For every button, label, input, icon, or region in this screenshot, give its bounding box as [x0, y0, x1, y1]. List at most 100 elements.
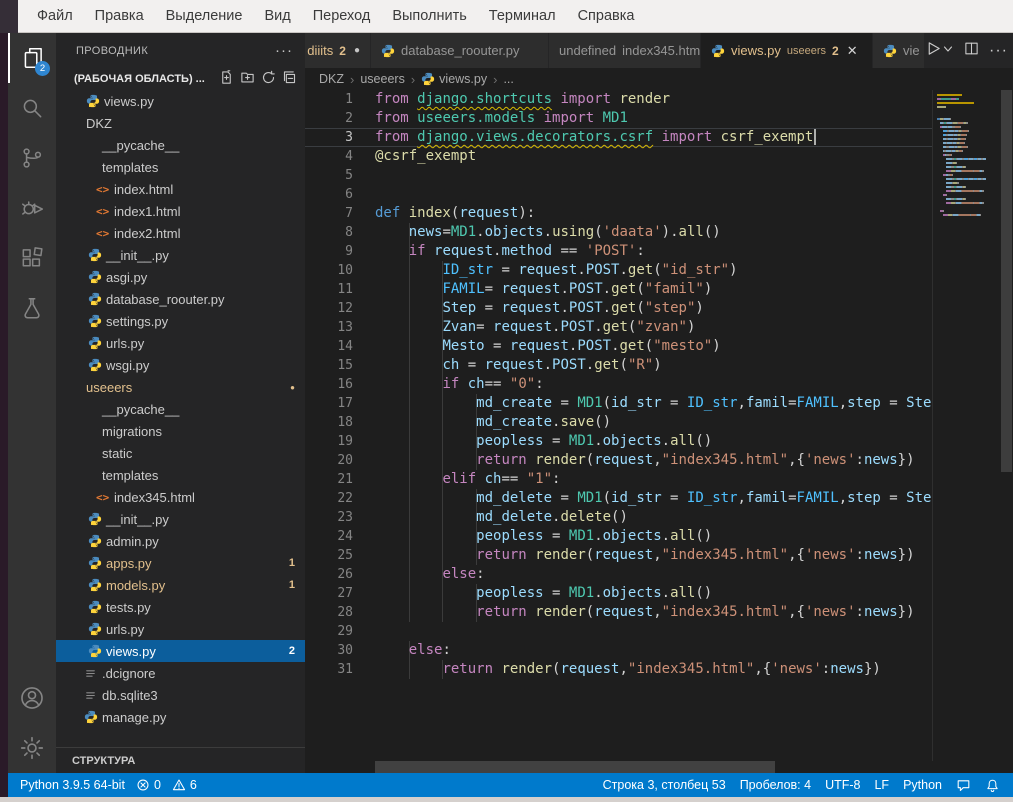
code-line-24[interactable]: 24 peopless = MD1.objects.all() [305, 527, 932, 546]
menu-Справка[interactable]: Справка [567, 0, 646, 32]
breadcrumb-item-useeers[interactable]: useeers [360, 72, 404, 86]
tree-item-views.py[interactable]: views.py2 [56, 640, 305, 662]
tree-item-index345.html[interactable]: <>index345.html [56, 486, 305, 508]
close-icon[interactable]: ✕ [847, 43, 858, 59]
vertical-scrollbar[interactable] [1000, 90, 1013, 761]
code-line-30[interactable]: 30 else: [305, 641, 932, 660]
status-item-LF[interactable]: LF [867, 773, 896, 797]
tree-item-models.py[interactable]: models.py1 [56, 574, 305, 596]
tree-item-database_roouter.py[interactable]: database_roouter.py [56, 288, 305, 310]
code-line-12[interactable]: 12 Step = request.POST.get("step") [305, 299, 932, 318]
status-item-Python[interactable]: Python [896, 773, 949, 797]
code-line-3[interactable]: 3from django.views.decorators.csrf impor… [305, 128, 932, 147]
code-line-14[interactable]: 14 Mesto = request.POST.get("mesto") [305, 337, 932, 356]
code-line-13[interactable]: 13 Zvan= request.POST.get("zvan") [305, 318, 932, 337]
tree-item-index2.html[interactable]: <>index2.html [56, 222, 305, 244]
code-line-7[interactable]: 7def index(request): [305, 204, 932, 223]
tree-item-DKZ[interactable]: DKZ [56, 112, 305, 134]
tree-item-apps.py[interactable]: apps.py1 [56, 552, 305, 574]
menu-Правка[interactable]: Правка [84, 0, 155, 32]
tab-vie[interactable]: vie [873, 33, 925, 68]
extensions-icon[interactable] [8, 233, 56, 283]
code-line-4[interactable]: 4@csrf_exempt [305, 147, 932, 166]
tree-item-static[interactable]: static [56, 442, 305, 464]
vertical-scrollbar-thumb[interactable] [1001, 90, 1012, 472]
run-debug-icon[interactable] [8, 183, 56, 233]
tree-item-settings.py[interactable]: settings.py [56, 310, 305, 332]
code-line-18[interactable]: 18 md_create.save() [305, 413, 932, 432]
code-editor[interactable]: 1from django.shortcuts import render2fro… [305, 90, 932, 761]
chevron-down-icon[interactable] [942, 42, 954, 60]
source-control-icon[interactable] [8, 133, 56, 183]
status-item-Пробелов: 4[interactable]: Пробелов: 4 [733, 773, 818, 797]
tree-item-asgi.py[interactable]: asgi.py [56, 266, 305, 288]
tree-item-__pycache__[interactable]: __pycache__ [56, 134, 305, 156]
testing-icon[interactable] [8, 283, 56, 333]
tree-item-urls.py[interactable]: urls.py [56, 618, 305, 640]
tree-item-.dcignore[interactable]: .dcignore [56, 662, 305, 684]
run-icon[interactable] [925, 40, 942, 62]
tree-item-manage.py[interactable]: manage.py [56, 706, 305, 728]
status-item-UTF-8[interactable]: UTF-8 [818, 773, 867, 797]
settings-gear-icon[interactable] [8, 723, 56, 773]
new-file-icon[interactable] [219, 70, 234, 88]
code-line-5[interactable]: 5 [305, 166, 932, 185]
code-line-10[interactable]: 10 ID_str = request.POST.get("id_str") [305, 261, 932, 280]
code-line-25[interactable]: 25 return render(request,"index345.html"… [305, 546, 932, 565]
tree-item-wsgi.py[interactable]: wsgi.py [56, 354, 305, 376]
menu-Выделение[interactable]: Выделение [155, 0, 254, 32]
breadcrumb-item-DKZ[interactable]: DKZ [319, 72, 344, 86]
code-line-26[interactable]: 26 else: [305, 565, 932, 584]
split-editor-icon[interactable] [964, 41, 979, 61]
code-line-21[interactable]: 21 elif ch== "1": [305, 470, 932, 489]
new-folder-icon[interactable] [240, 70, 255, 88]
more-actions-icon[interactable]: ··· [989, 42, 1008, 60]
menu-Файл[interactable]: Файл [26, 0, 84, 32]
code-line-2[interactable]: 2from useeers.models import MD1 [305, 109, 932, 128]
breadcrumb-item-views.py[interactable]: views.py [421, 72, 487, 86]
tree-item-index.html[interactable]: <>index.html [56, 178, 305, 200]
tree-item-templates[interactable]: templates [56, 156, 305, 178]
horizontal-scrollbar-thumb[interactable] [375, 761, 775, 773]
tree-item-db.sqlite3[interactable]: db.sqlite3 [56, 684, 305, 706]
code-line-1[interactable]: 1from django.shortcuts import render [305, 90, 932, 109]
tree-item-tests.py[interactable]: tests.py [56, 596, 305, 618]
code-line-27[interactable]: 27 peopless = MD1.objects.all() [305, 584, 932, 603]
tree-item-__init__.py[interactable]: __init__.py [56, 244, 305, 266]
tab-database_roouter.py[interactable]: database_roouter.py [371, 33, 549, 68]
tree-item-__pycache__[interactable]: __pycache__ [56, 398, 305, 420]
tree-item-useeers[interactable]: useeers● [56, 376, 305, 398]
tree-item-migrations[interactable]: migrations [56, 420, 305, 442]
minimap[interactable] [932, 90, 1000, 761]
status-item-6[interactable]: 6 [168, 773, 204, 797]
code-line-19[interactable]: 19 peopless = MD1.objects.all() [305, 432, 932, 451]
code-line-9[interactable]: 9 if request.method == 'POST': [305, 242, 932, 261]
menu-Переход[interactable]: Переход [302, 0, 382, 32]
refresh-icon[interactable] [261, 70, 276, 88]
collapse-all-icon[interactable] [282, 70, 297, 88]
more-actions-icon[interactable]: ··· [275, 42, 293, 59]
code-line-20[interactable]: 20 return render(request,"index345.html"… [305, 451, 932, 470]
menu-Вид[interactable]: Вид [253, 0, 301, 32]
outline-section-header[interactable]: СТРУКТУРА [56, 747, 305, 773]
code-line-28[interactable]: 28 return render(request,"index345.html"… [305, 603, 932, 622]
status-item-bell-icon[interactable] [978, 773, 1007, 797]
tree-item-index1.html[interactable]: <>index1.html [56, 200, 305, 222]
menu-Терминал[interactable]: Терминал [478, 0, 567, 32]
workspace-section-header[interactable]: (РАБОЧАЯ ОБЛАСТЬ) ... [56, 68, 305, 90]
code-line-15[interactable]: 15 ch = request.POST.get("R") [305, 356, 932, 375]
tree-item-urls.py[interactable]: urls.py [56, 332, 305, 354]
tree-item-__init__.py[interactable]: __init__.py [56, 508, 305, 530]
code-line-31[interactable]: 31 return render(request,"index345.html"… [305, 660, 932, 679]
status-item-Строка 3, столбец 53[interactable]: Строка 3, столбец 53 [596, 773, 733, 797]
search-icon[interactable] [8, 83, 56, 133]
code-line-23[interactable]: 23 md_delete.delete() [305, 508, 932, 527]
tree-item-views.py[interactable]: views.py [56, 90, 305, 112]
code-line-6[interactable]: 6 [305, 185, 932, 204]
tree-item-admin.py[interactable]: admin.py [56, 530, 305, 552]
tab-diiits[interactable]: diiits2● [305, 33, 371, 68]
tab-index345.html[interactable]: undefinedindex345.html [549, 33, 701, 68]
code-line-8[interactable]: 8 news=MD1.objects.using('daata').all() [305, 223, 932, 242]
code-line-11[interactable]: 11 FAMIL= request.POST.get("famil") [305, 280, 932, 299]
status-item-0[interactable]: 0 [132, 773, 168, 797]
